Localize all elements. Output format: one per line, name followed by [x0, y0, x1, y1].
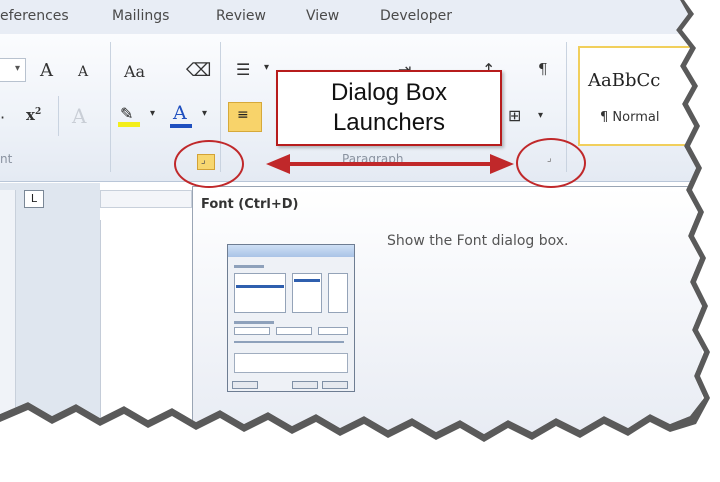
thumbnail-button	[322, 381, 348, 389]
thumbnail-selection	[236, 285, 284, 288]
bullets-icon[interactable]: ☰	[236, 60, 250, 79]
thumbnail-line	[234, 341, 344, 343]
highlight-swatch	[118, 122, 140, 127]
chevron-down-icon: ▾	[15, 63, 21, 74]
thumbnail-size-list	[328, 273, 348, 313]
subscript-icon[interactable]: ·	[0, 108, 5, 127]
tooltip-title: Font (Ctrl+D)	[201, 197, 299, 212]
dialog-box-launchers-callout: Dialog Box Launchers	[276, 70, 502, 146]
font-launcher-circle	[174, 140, 244, 188]
tab-developer[interactable]: Developer	[380, 8, 452, 24]
thumbnail-field	[276, 327, 312, 335]
tab-review[interactable]: Review	[216, 8, 266, 24]
clear-formatting-icon[interactable]: ⌫	[186, 60, 211, 81]
superscript-label: x	[26, 106, 35, 124]
thumbnail-button	[232, 381, 258, 389]
font-group-label: nt	[0, 152, 13, 166]
screenshot-paper: eferences Mailings Review View Developer…	[0, 0, 704, 434]
align-left-button[interactable]: ≡	[228, 102, 262, 132]
superscript-button[interactable]: x2	[26, 106, 41, 124]
font-launcher-tooltip: Font (Ctrl+D) Show the Font dialog box.	[192, 186, 702, 434]
font-dialog-thumbnail	[227, 244, 355, 392]
thumbnail-field	[318, 327, 348, 335]
thumbnail-font-list	[234, 273, 286, 313]
callout-line-1: Dialog Box	[330, 79, 448, 106]
show-formatting-button[interactable]: ¶	[538, 60, 548, 78]
thumbnail-line	[234, 321, 274, 324]
font-color-swatch	[170, 124, 192, 128]
change-case-button[interactable]: Aa	[124, 62, 145, 81]
shrink-font-button[interactable]: A	[78, 64, 88, 80]
style-sample-text: AaBbCc	[588, 70, 661, 91]
thumbnail-button	[292, 381, 318, 389]
style-name: ¶ Normal	[600, 110, 660, 125]
chevron-down-icon[interactable]: ▾	[264, 62, 269, 73]
highlighter-icon: ✎	[120, 104, 134, 123]
thumbnail-line	[234, 265, 264, 268]
font-color-letter: A	[173, 102, 187, 124]
thumbnail-preview	[234, 353, 348, 373]
tab-mailings[interactable]: Mailings	[112, 8, 169, 24]
ribbon-separator	[58, 96, 59, 136]
font-size-box[interactable]: ▾	[0, 58, 26, 82]
tooltip-description: Show the Font dialog box.	[387, 233, 569, 249]
highlight-color-button[interactable]: ✎	[118, 104, 140, 127]
font-color-button[interactable]: A	[170, 102, 192, 128]
tab-selector-button[interactable]: L	[24, 190, 44, 208]
ribbon-tabs: eferences Mailings Review View Developer	[0, 0, 700, 34]
paragraph-launcher-circle	[516, 138, 586, 188]
tab-references[interactable]: eferences	[0, 8, 69, 24]
paragraph-group-label: Paragraph	[342, 152, 404, 166]
thumbnail-titlebar	[228, 245, 354, 257]
horizontal-ruler	[100, 190, 192, 208]
align-left-icon: ≡	[237, 107, 249, 123]
thumbnail-field	[234, 327, 270, 335]
borders-icon[interactable]: ⊞	[508, 106, 521, 125]
callout-line-2: Launchers	[332, 109, 446, 136]
chevron-down-icon[interactable]: ▾	[202, 108, 207, 119]
thumbnail-selection	[294, 279, 320, 282]
grow-font-button[interactable]: A	[40, 60, 53, 81]
chevron-down-icon[interactable]: ▾	[538, 110, 543, 121]
tab-view[interactable]: View	[306, 8, 339, 24]
vertical-ruler	[0, 190, 16, 434]
chevron-down-icon[interactable]: ▾	[150, 108, 155, 119]
ribbon-separator	[110, 42, 111, 172]
text-effects-button[interactable]: A	[72, 104, 86, 128]
